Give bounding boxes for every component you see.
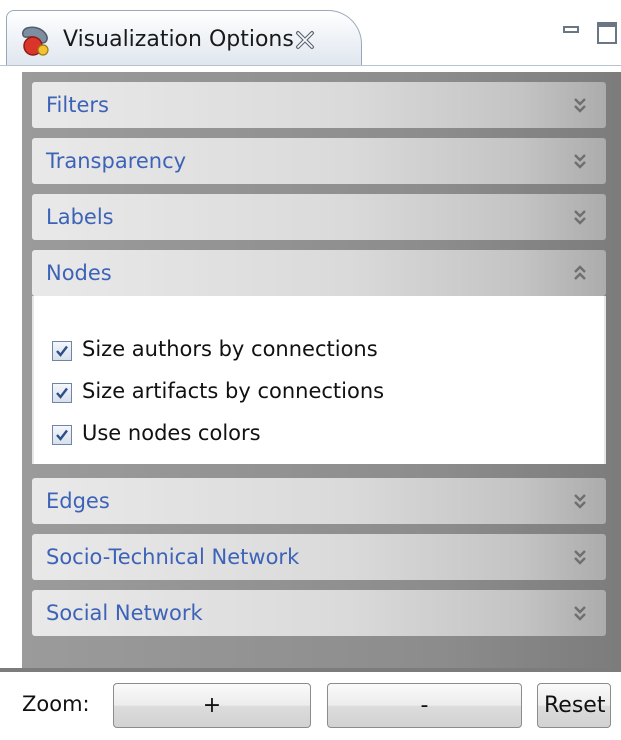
nodes-options-body: Size authors by connections Size artifac… [32,296,606,464]
tab-divider [0,65,621,66]
checkbox-label: Use nodes colors [82,421,261,445]
options-panel: Filters Transparency Labels Nodes Size a… [22,72,621,668]
section-title: Socio-Technical Network [46,545,300,569]
visualization-options-view: Visualization Options Filters Transparen… [0,0,621,740]
section-header-filters[interactable]: Filters [32,82,606,128]
visualization-icon [22,26,49,56]
checkbox-use-node-colors[interactable] [52,425,72,445]
checkbox-size-authors[interactable] [52,341,72,361]
section-header-social-network[interactable]: Social Network [32,590,606,636]
checkmark-icon [56,387,68,399]
chevron-double-down-icon[interactable] [573,96,587,114]
maximize-icon[interactable] [597,22,617,44]
checkbox-size-artifacts[interactable] [52,383,72,403]
chevron-double-down-icon[interactable] [573,208,587,226]
section-header-socio-technical-network[interactable]: Socio-Technical Network [32,534,606,580]
zoom-in-button[interactable]: + [113,683,311,728]
chevron-double-down-icon[interactable] [573,152,587,170]
chevron-double-up-icon[interactable] [573,264,587,282]
section-header-transparency[interactable]: Transparency [32,138,606,184]
chevron-double-down-icon[interactable] [573,604,587,622]
tab-title: Visualization Options [63,27,294,52]
section-title: Social Network [46,601,203,625]
section-header-edges[interactable]: Edges [32,478,606,524]
zoom-label: Zoom: [22,692,90,716]
minimize-icon[interactable] [563,26,579,33]
section-title: Filters [46,93,109,117]
tab-visualization-options[interactable]: Visualization Options [6,10,362,66]
view-tab-bar: Visualization Options [0,0,621,66]
panel-divider [0,668,621,672]
chevron-double-down-icon[interactable] [573,492,587,510]
zoom-out-button[interactable]: - [327,683,522,728]
checkmark-icon [56,429,68,441]
checkmark-icon [56,345,68,357]
checkbox-label: Size artifacts by connections [82,379,385,403]
section-title: Edges [46,489,110,513]
close-icon[interactable] [295,30,315,50]
section-title: Transparency [46,149,187,173]
section-header-nodes[interactable]: Nodes [32,250,606,296]
section-header-labels[interactable]: Labels [32,194,606,240]
chevron-double-down-icon[interactable] [573,548,587,566]
section-title: Labels [46,205,114,229]
checkbox-label: Size authors by connections [82,337,378,361]
section-title: Nodes [46,261,112,285]
reset-button[interactable]: Reset [537,683,611,728]
